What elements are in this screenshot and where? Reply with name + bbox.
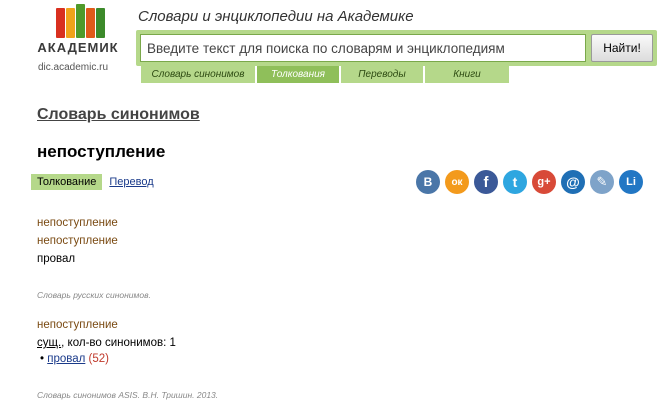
books-logo-icon xyxy=(36,4,120,38)
social-share-bar: В ок f t g+ @ ✎ Li xyxy=(416,170,648,194)
subtab-translation-link[interactable]: Перевод xyxy=(109,176,153,188)
synonym-link[interactable]: провал xyxy=(47,353,85,365)
entry-synonym: провал xyxy=(37,253,76,265)
page-title: непоступление xyxy=(37,142,166,161)
tab-definitions[interactable]: Толкования xyxy=(257,66,339,83)
content-subtabs: Толкование Перевод xyxy=(31,174,154,190)
vk-icon[interactable]: В xyxy=(416,170,440,194)
tab-translations[interactable]: Переводы xyxy=(341,66,423,83)
synonym-list-item: • провал (52) xyxy=(40,353,109,365)
subtab-definition[interactable]: Толкование xyxy=(31,174,103,190)
book-icon xyxy=(96,8,105,38)
entry-headword: непоступление xyxy=(37,319,118,331)
nav-tabs: Словарь синонимов Толкования Переводы Кн… xyxy=(141,66,511,83)
site-logo[interactable]: АКАДЕМИК xyxy=(36,4,120,55)
dictionary-title-link[interactable]: Словарь синонимов xyxy=(37,106,200,124)
search-input[interactable] xyxy=(140,34,586,62)
source-citation: Словарь синонимов ASIS. В.Н. Тришин. 201… xyxy=(37,390,219,400)
facebook-icon[interactable]: f xyxy=(474,170,498,194)
googleplus-icon[interactable]: g+ xyxy=(532,170,556,194)
source-citation: Словарь русских синонимов. xyxy=(37,290,151,300)
entry-headword: непоступление xyxy=(37,217,118,229)
liveinternet-icon[interactable]: Li xyxy=(619,170,643,194)
part-of-speech-link[interactable]: сущ. xyxy=(37,337,61,349)
entry-pos-line: сущ., кол-во синонимов: 1 xyxy=(37,337,176,349)
livejournal-icon[interactable]: ✎ xyxy=(590,170,614,194)
search-button[interactable]: Найти! xyxy=(591,34,653,62)
entry-headword: непоступление xyxy=(37,235,118,247)
book-icon xyxy=(56,8,65,38)
tab-books[interactable]: Книги xyxy=(425,66,509,83)
tab-synonyms[interactable]: Словарь синонимов xyxy=(141,66,255,83)
synonym-count: (52) xyxy=(88,353,109,365)
bullet: • xyxy=(40,353,45,365)
book-icon xyxy=(86,8,95,38)
odnoklassniki-icon[interactable]: ок xyxy=(445,170,469,194)
mail-icon[interactable]: @ xyxy=(561,170,585,194)
site-title: Словари и энциклопедии на Академике xyxy=(138,8,414,25)
twitter-icon[interactable]: t xyxy=(503,170,527,194)
search-bar: Найти! xyxy=(136,30,657,66)
book-icon xyxy=(76,4,85,38)
logo-text: АКАДЕМИК xyxy=(37,40,119,55)
synonym-count-text: , кол-во синонимов: 1 xyxy=(61,337,176,349)
logo-url[interactable]: dic.academic.ru xyxy=(38,62,108,73)
book-icon xyxy=(66,8,75,38)
